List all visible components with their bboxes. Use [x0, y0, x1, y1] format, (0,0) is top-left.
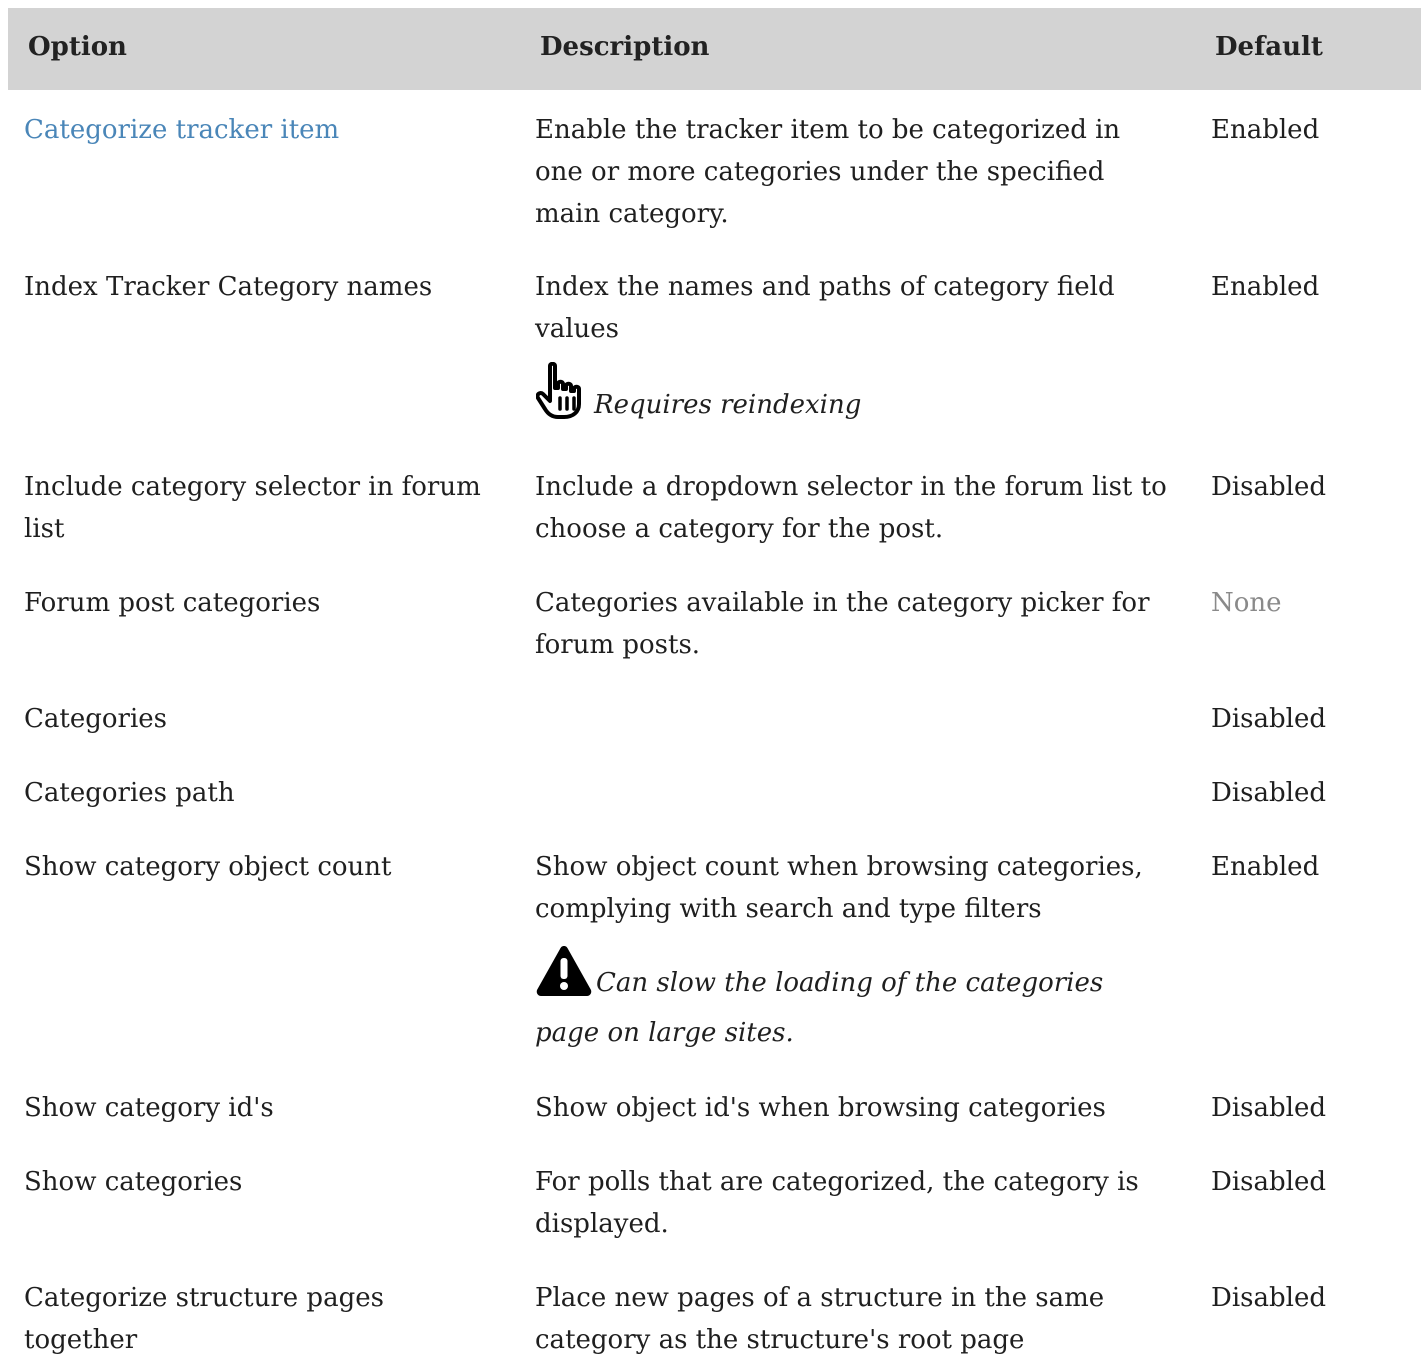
row-default-value: Enabled	[1211, 272, 1320, 302]
column-header-default: Default	[1215, 32, 1323, 62]
row-option-label: Forum post categories	[24, 588, 321, 618]
row-description-line: For polls that are categorized, the cate…	[535, 1167, 1139, 1197]
row-option-label: Show categories	[24, 1167, 243, 1197]
row-note-text: page on large sites.	[535, 1018, 794, 1048]
row-description-line: Enable the tracker item to be categorize…	[535, 115, 1121, 145]
pointing-hand-icon	[535, 361, 586, 420]
row-description-line: Index the names and paths of category fi…	[535, 272, 1115, 302]
row-default-value: Disabled	[1211, 1283, 1326, 1313]
row-default-value: Enabled	[1211, 852, 1320, 882]
row-description-line: displayed.	[535, 1209, 669, 1239]
row-default-value: Disabled	[1211, 1093, 1326, 1123]
row-default-value: None	[1211, 588, 1282, 618]
row-option-label: Include category selector in forum	[24, 472, 481, 502]
column-header-option: Option	[28, 32, 127, 62]
row-option-label: Categorize structure pages	[24, 1283, 384, 1313]
row-description-line: values	[535, 314, 619, 344]
row-description-line: Include a dropdown selector in the forum…	[535, 472, 1167, 502]
row-description-line: choose a category for the post.	[535, 514, 944, 544]
row-option-label: Categories path	[24, 778, 235, 808]
row-note-text: Can slow the loading of the categories	[596, 968, 1104, 998]
row-description-line: Show object count when browsing categori…	[535, 852, 1143, 882]
row-default-value: Enabled	[1211, 115, 1320, 145]
row-option-label: Categories	[24, 704, 167, 734]
row-option-label: list	[24, 514, 65, 544]
row-option-label: Show category object count	[24, 852, 392, 882]
row-description-line: category as the structure's root page	[535, 1325, 1025, 1355]
row-option-label: together	[24, 1325, 138, 1355]
row-default-value: Disabled	[1211, 778, 1326, 808]
warning-icon	[535, 943, 593, 997]
row-default-value: Disabled	[1211, 1167, 1326, 1197]
row-description-line: forum posts.	[535, 630, 701, 660]
option-link-categorize-tracker-item[interactable]: Categorize tracker item	[24, 109, 339, 151]
row-option-label: Show category id's	[24, 1093, 274, 1123]
table-header	[8, 8, 1421, 90]
row-default-value: Disabled	[1211, 472, 1326, 502]
row-description-line: one or more categories under the specifi…	[535, 157, 1105, 187]
row-description-line: main category.	[535, 199, 729, 229]
row-option-label: Index Tracker Category names	[24, 272, 433, 302]
row-note-text: Requires reindexing	[594, 390, 862, 420]
row-default-value: Disabled	[1211, 704, 1326, 734]
column-header-description: Description	[540, 32, 710, 62]
row-description-line: Place new pages of a structure in the sa…	[535, 1283, 1105, 1313]
row-description-line: Show object id's when browsing categorie…	[535, 1093, 1106, 1123]
row-description-line: complying with search and type filters	[535, 894, 1042, 924]
row-description-line: Categories available in the category pic…	[535, 588, 1150, 618]
